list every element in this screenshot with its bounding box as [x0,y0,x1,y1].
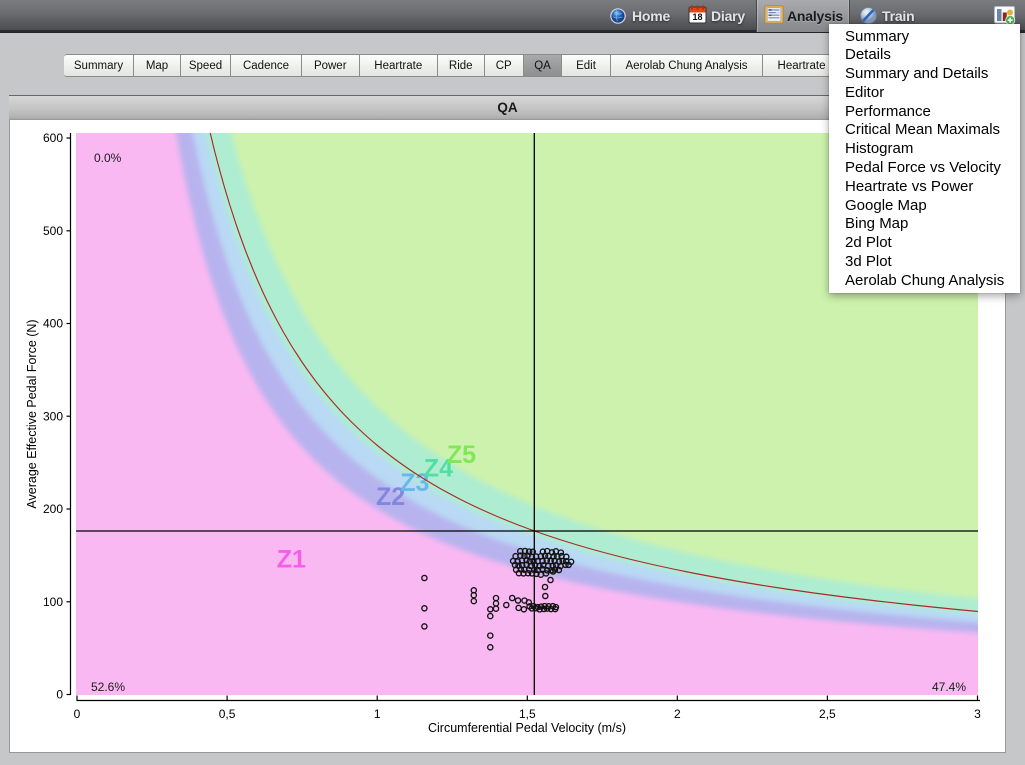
svg-text:600: 600 [43,131,63,145]
svg-text:100: 100 [43,595,63,609]
svg-text:2,5: 2,5 [819,707,836,721]
svg-text:0.0%: 0.0% [94,151,122,165]
svg-text:Z5: Z5 [447,441,476,469]
svg-text:3: 3 [974,707,981,721]
svg-text:0,5: 0,5 [219,707,236,721]
svg-text:1,5: 1,5 [519,707,536,721]
svg-text:0: 0 [74,707,81,721]
svg-text:Average Effective Pedal Force: Average Effective Pedal Force (N) [25,319,39,508]
svg-text:47.4%: 47.4% [932,680,966,694]
svg-text:52.6%: 52.6% [91,680,125,694]
svg-text:200: 200 [43,502,63,516]
svg-text:500: 500 [43,224,63,238]
svg-text:Circumferential Pedal Velocity: Circumferential Pedal Velocity (m/s) [428,721,626,735]
svg-text:300: 300 [43,409,63,423]
svg-text:Z1: Z1 [277,546,306,574]
svg-text:18: 18 [692,12,702,22]
svg-text:0: 0 [56,688,63,702]
svg-text:400: 400 [43,317,63,331]
svg-text:1: 1 [374,707,381,721]
svg-text:2: 2 [674,707,681,721]
